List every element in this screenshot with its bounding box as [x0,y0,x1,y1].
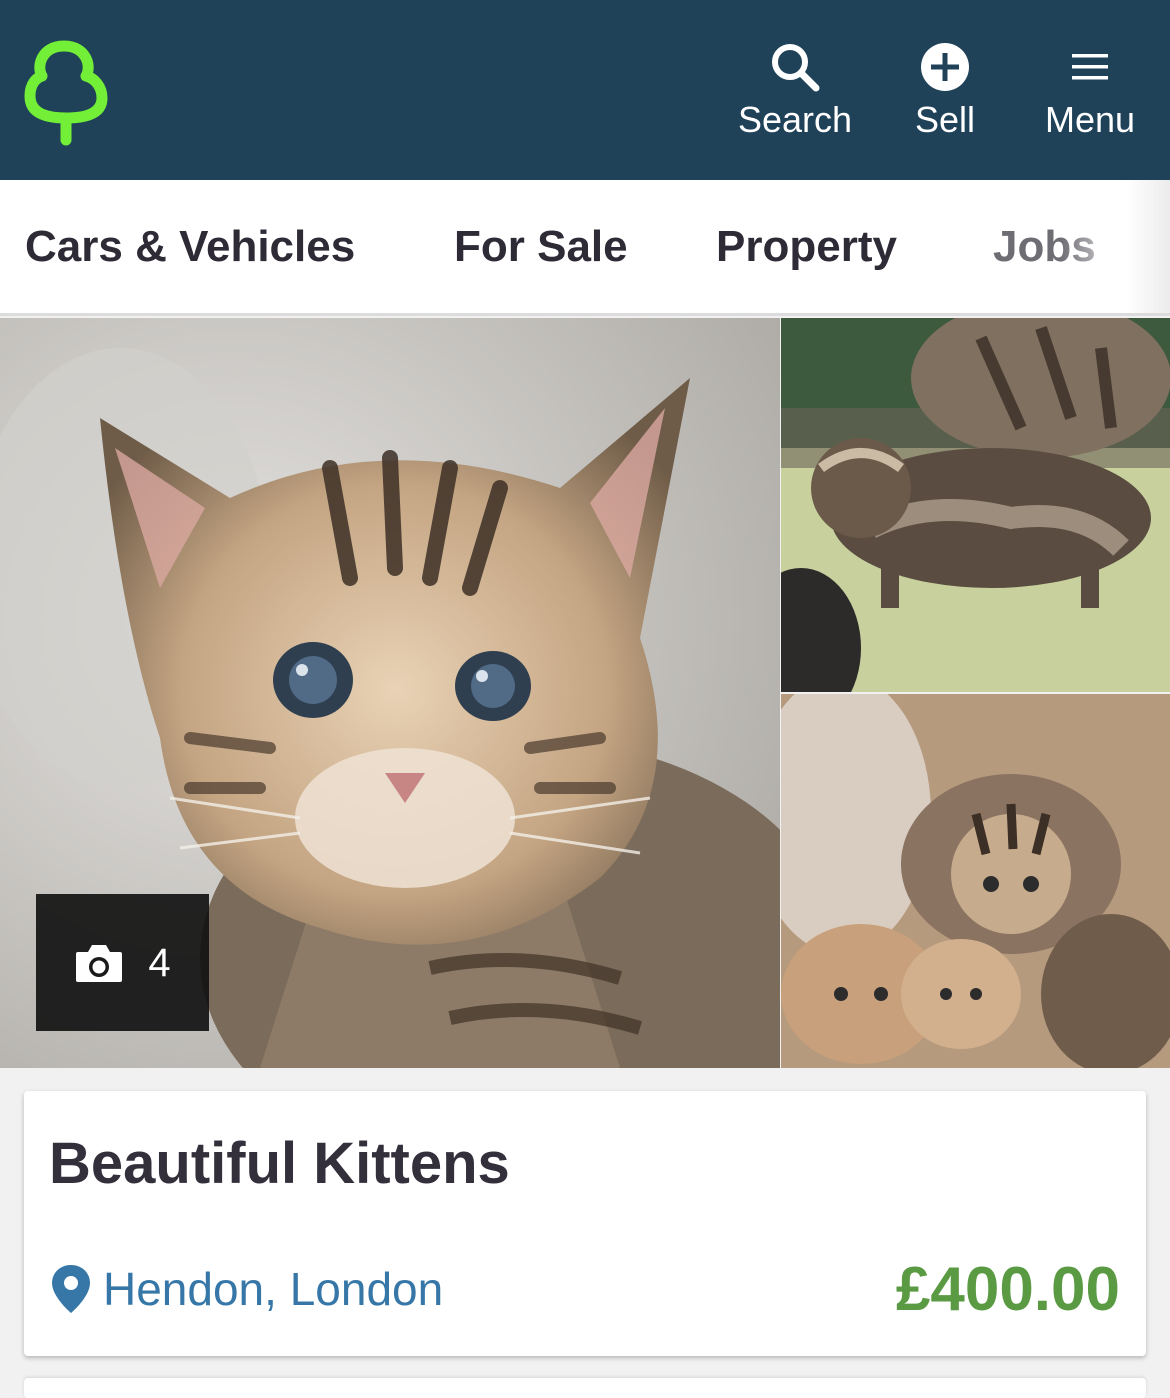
category-jobs[interactable]: Jobs [993,220,1096,274]
photo-count: 4 [148,940,171,985]
category-cars-vehicles[interactable]: Cars & Vehicles [25,220,355,274]
kitten-photo-thumbnail-1 [781,318,1170,692]
thumbnail-photo-1[interactable] [781,318,1170,692]
top-navigation-bar: Search Sell Menu [0,0,1170,180]
thumbnail-photo-2[interactable] [781,694,1170,1068]
listing-location-text: Hendon, London [103,1263,444,1315]
menu-label: Menu [1044,99,1136,140]
category-for-sale[interactable]: For Sale [454,220,628,274]
listing-summary-card: Beautiful Kittens Hendon, London £400.00 [24,1091,1146,1356]
listing-price: £400.00 [895,1255,1120,1324]
main-photo[interactable]: 4 [0,318,780,1068]
photo-gallery: 4 [0,318,1170,1068]
menu-button[interactable]: Menu [1038,40,1142,142]
tree-logo-icon[interactable] [22,38,112,146]
search-icon [768,40,822,94]
sell-button[interactable]: Sell [908,40,982,142]
map-pin-icon [52,1265,90,1313]
sell-label: Sell [914,99,976,140]
camera-icon [76,944,123,982]
hamburger-menu-icon [1063,40,1117,94]
photo-count-badge[interactable]: 4 [36,894,209,1031]
listing-title: Beautiful Kittens [49,1131,510,1196]
search-button[interactable]: Search [733,40,857,142]
kitten-photo-thumbnail-2 [781,694,1170,1068]
category-navigation: Cars & Vehicles For Sale Property Jobs [0,180,1170,316]
search-label: Search [737,99,853,140]
next-card-edge [24,1378,1146,1398]
plus-circle-icon [918,40,972,94]
listing-location[interactable]: Hendon, London [49,1261,443,1317]
category-property[interactable]: Property [716,220,897,274]
